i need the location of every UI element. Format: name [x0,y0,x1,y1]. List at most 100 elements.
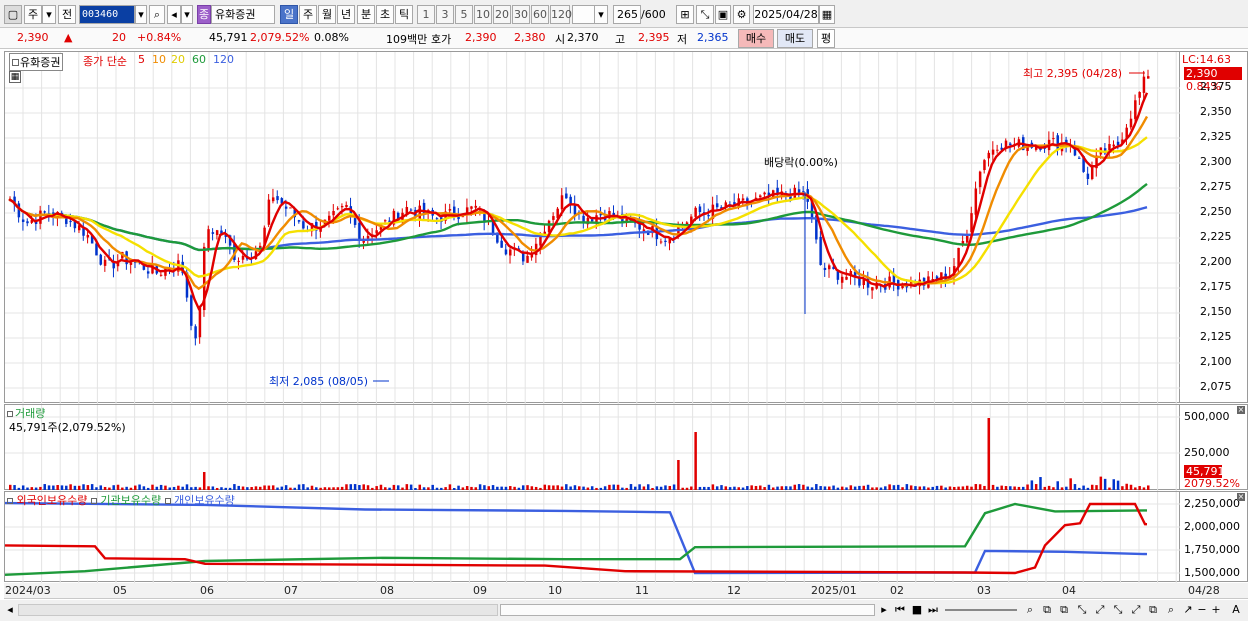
market-dropdown-icon[interactable]: ▾ [42,5,56,24]
holdings-tick-1750k: 1,750,000 [1184,543,1240,556]
volume-bar [69,484,72,490]
chart-scrollbar[interactable]: ◂ ▸ ⏮ ■ ⏭ ⌕ ⧉ ⧉ ⤡ ⤢ ⤡ ⤢ ⧉ ⌕ ↗ − + A [0,600,1248,621]
tool-icon-5[interactable]: ⧉ [1146,602,1160,618]
volume-bar [82,484,85,490]
volume-bar [202,472,206,490]
legend-institution: 기관보유수량 [100,494,162,507]
interval-10[interactable]: 10 [474,5,492,24]
window-menu-icon[interactable]: ▢ [4,5,22,24]
stop-icon[interactable]: ■ [910,602,924,618]
tool-icon-2[interactable]: ⤢ [1093,602,1107,618]
legend-ma120[interactable]: 120 [213,53,234,66]
rewind-icon[interactable]: ⏮ [893,602,907,618]
volume-bar [327,487,331,490]
scroll-thumb[interactable] [500,604,875,616]
period-second[interactable]: 초 [376,5,394,24]
draw-tool-icon[interactable]: ⤡ [696,5,714,24]
volume-bar [26,487,29,490]
volume-bar [892,485,896,490]
zoom-out-icon[interactable]: − [1196,602,1208,618]
settings-icon[interactable]: ⚙ [733,5,750,24]
period-year[interactable]: 년 [337,5,355,24]
code-dropdown-icon[interactable]: ▾ [135,5,147,24]
interval-120[interactable]: 120 [550,5,572,24]
legend-stock-name[interactable]: 유화증권 [9,53,64,71]
period-week[interactable]: 주 [299,5,317,24]
volume-bar [13,485,16,490]
tool-icon-4[interactable]: ⤢ [1129,602,1143,618]
interval-5[interactable]: 5 [455,5,473,24]
candle-body [366,235,370,239]
interval-1[interactable]: 1 [417,5,435,24]
table-icon[interactable]: ▦ [9,71,21,83]
volume-bar [513,486,516,490]
volume-close-icon[interactable]: × [1237,406,1245,414]
volume-bar [677,460,680,490]
legend-ma-label[interactable]: 종가 단순 [83,53,127,69]
scroll-track[interactable] [18,604,498,616]
date-label: 06 [200,584,214,597]
search-icon[interactable]: ⌕ [149,5,165,24]
speed-slider[interactable] [945,609,1017,611]
sell-button[interactable]: 매도 [777,29,813,48]
arrow-icon[interactable]: ↗ [1182,602,1194,618]
chart-type-icon[interactable]: ⊞ [676,5,694,24]
volume-bar [138,484,141,490]
volume-bar [478,484,482,490]
tool-icon-6[interactable]: ⌕ [1164,602,1178,618]
holdings-panel[interactable]: 외국인보유수량 기관보유수량 개인보유수량 [4,491,1181,583]
zoom-icon[interactable]: ⌕ [1023,602,1037,618]
interval-3[interactable]: 3 [436,5,454,24]
open-label: 시 [555,33,566,46]
price-chart-panel[interactable]: 유화증권 종가 단순 5 10 20 60 120 ▦ 최고 2,395 (04… [4,51,1181,404]
copy-icon[interactable]: ⧉ [1040,602,1054,618]
holdings-close-icon[interactable]: × [1237,493,1245,501]
volume-value: 45,791주(2,079.52%) [9,421,126,434]
legend-ma5[interactable]: 5 [138,53,145,66]
interval-60[interactable]: 60 [531,5,549,24]
period-tick[interactable]: 틱 [395,5,413,24]
tool-icon-1[interactable]: ⤡ [1075,602,1089,618]
volume-bar [306,487,309,490]
period-minute[interactable]: 분 [357,5,375,24]
date-label: 10 [548,584,562,597]
custom-interval-dropdown-icon[interactable]: ▾ [594,5,608,24]
speaker-dropdown-icon[interactable]: ▾ [181,5,193,24]
period-day[interactable]: 일 [280,5,298,24]
volume-bar [388,487,391,490]
period-month[interactable]: 월 [318,5,336,24]
date-input[interactable]: 2025/04/28 [753,5,819,24]
layout-icon[interactable]: ⧉ [1057,602,1071,618]
interval-20[interactable]: 20 [493,5,511,24]
zoom-in-icon[interactable]: + [1210,602,1222,618]
tool-icon-3[interactable]: ⤡ [1111,602,1125,618]
legend-ma20[interactable]: 20 [171,53,185,66]
toolbar: ▢ 주 ▾ 전 003460 ▾ ⌕ ◂ ▾ 종 유화증권 일 주 월 년 분 … [0,0,1248,28]
calendar-icon[interactable]: ▦ [819,5,835,24]
market-select[interactable]: 주 [24,5,42,24]
volume-bar [267,485,271,490]
candle-body [802,191,805,193]
candle-body [327,215,331,221]
volume-panel[interactable]: 거래량 45,791주(2,079.52%) [4,404,1181,491]
font-icon[interactable]: A [1229,602,1243,618]
volume-bar [922,486,926,490]
count-input[interactable]: 265 [613,5,641,24]
scroll-right-icon[interactable]: ▸ [878,602,890,618]
scroll-left-icon[interactable]: ◂ [4,602,16,618]
holdings-legend[interactable]: 외국인보유수량 기관보유수량 개인보유수량 [7,492,235,508]
legend-ma60[interactable]: 60 [192,53,206,66]
interval-30[interactable]: 30 [512,5,530,24]
fast-forward-icon[interactable]: ⏭ [926,602,940,618]
volume-bar [112,485,115,490]
volume-bar [500,486,503,490]
buy-button[interactable]: 매수 [738,29,774,48]
eval-button[interactable]: 평 [817,29,835,48]
volume-bar [1073,484,1077,490]
save-icon[interactable]: ▣ [715,5,731,24]
stock-code-input[interactable]: 003460 [79,5,135,24]
legend-ma10[interactable]: 10 [152,53,166,66]
prev-button[interactable]: 전 [58,5,76,24]
speaker-icon[interactable]: ◂ [167,5,181,24]
volume-bar [703,486,706,490]
